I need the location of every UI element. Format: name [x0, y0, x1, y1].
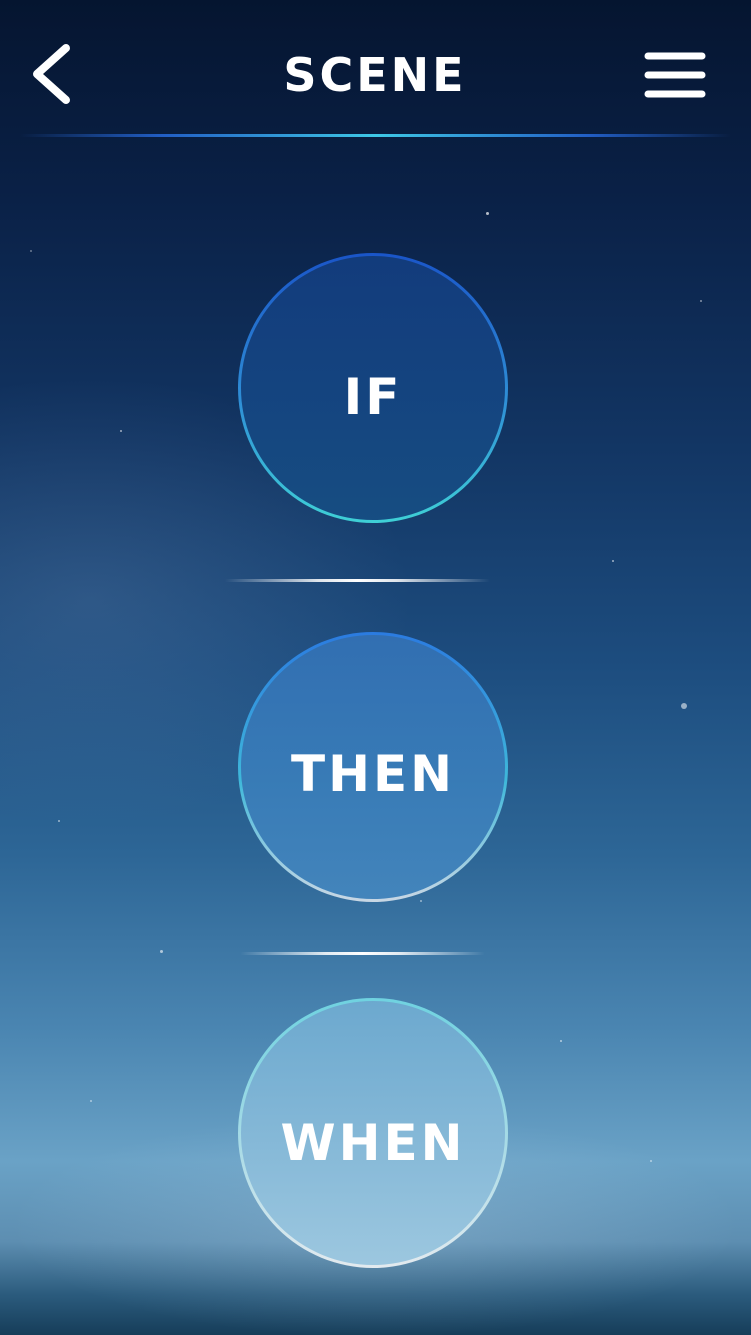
if-label: IF [343, 368, 403, 426]
step-divider [240, 952, 485, 955]
star [486, 212, 489, 215]
star [560, 1040, 562, 1042]
star [420, 900, 422, 902]
star [120, 430, 122, 432]
when-label: WHEN [280, 1114, 466, 1172]
step-divider [225, 579, 490, 582]
star [160, 950, 163, 953]
star [30, 250, 32, 252]
star [650, 1160, 652, 1162]
page-title: SCENE [283, 48, 467, 102]
when-button[interactable]: WHEN [238, 998, 508, 1268]
if-button[interactable]: IF [238, 253, 508, 523]
top-bar: SCENE [0, 0, 751, 140]
header-divider [20, 134, 731, 137]
menu-button[interactable] [636, 44, 716, 104]
back-button[interactable] [22, 38, 82, 110]
star [681, 703, 687, 709]
star [612, 560, 614, 562]
then-label: THEN [291, 745, 455, 803]
chevron-left-icon [33, 44, 70, 104]
then-button[interactable]: THEN [238, 632, 508, 902]
star [700, 300, 702, 302]
star [58, 820, 60, 822]
star [90, 1100, 92, 1102]
hamburger-menu-icon [644, 52, 706, 98]
